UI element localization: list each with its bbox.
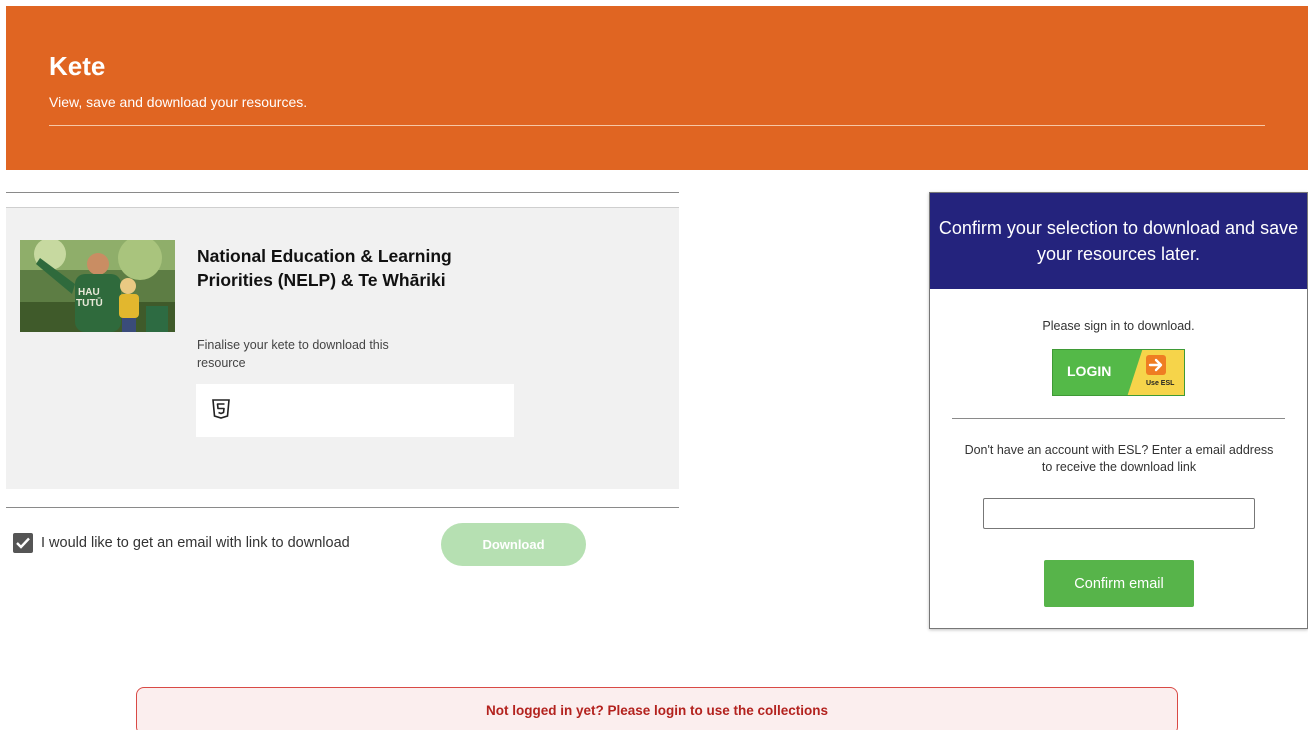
resource-thumbnail[interactable]: HAU TUTŪ xyxy=(20,240,175,332)
bottom-divider xyxy=(6,507,679,508)
hero-banner: Kete View, save and download your resour… xyxy=(6,6,1308,170)
confirm-email-button[interactable]: Confirm email xyxy=(1044,560,1194,607)
email-field[interactable] xyxy=(983,498,1255,529)
top-divider xyxy=(6,192,679,193)
panel-divider xyxy=(952,418,1285,419)
check-icon xyxy=(16,537,30,549)
svg-text:TUTŪ: TUTŪ xyxy=(76,297,103,309)
login-button[interactable]: LOGIN Use ESL xyxy=(1052,349,1185,396)
email-checkbox[interactable] xyxy=(13,533,33,553)
email-checkbox-label[interactable]: I would like to get an email with link t… xyxy=(41,535,350,551)
format-box xyxy=(196,384,514,437)
download-button[interactable]: Download xyxy=(441,523,586,566)
hero-divider xyxy=(49,125,1265,126)
arrow-right-icon xyxy=(1146,355,1166,375)
confirm-panel-heading: Confirm your selection to download and s… xyxy=(930,193,1307,289)
email-option-row: I would like to get an email with link t… xyxy=(13,533,350,553)
resource-note: Finalise your kete to download this reso… xyxy=(197,338,389,370)
no-account-text: Don't have an account with ESL? Enter a … xyxy=(964,443,1274,474)
login-label: LOGIN xyxy=(1067,363,1112,379)
page-subtitle: View, save and download your resources. xyxy=(49,94,308,110)
html5-icon xyxy=(212,399,230,419)
resource-card: HAU TUTŪ National Education & Learning P… xyxy=(6,207,679,489)
sign-in-text: Please sign in to download. xyxy=(1042,319,1195,333)
photo-thumbnail: HAU TUTŪ xyxy=(20,240,175,332)
confirm-panel: Confirm your selection to download and s… xyxy=(929,192,1308,629)
resource-title[interactable]: National Education & Learning Priorities… xyxy=(197,244,467,292)
page-title: Kete xyxy=(49,51,106,81)
use-esl-label: Use ESL xyxy=(1146,380,1175,387)
svg-text:HAU: HAU xyxy=(78,287,100,298)
login-notice: Not logged in yet? Please login to use t… xyxy=(136,687,1178,730)
